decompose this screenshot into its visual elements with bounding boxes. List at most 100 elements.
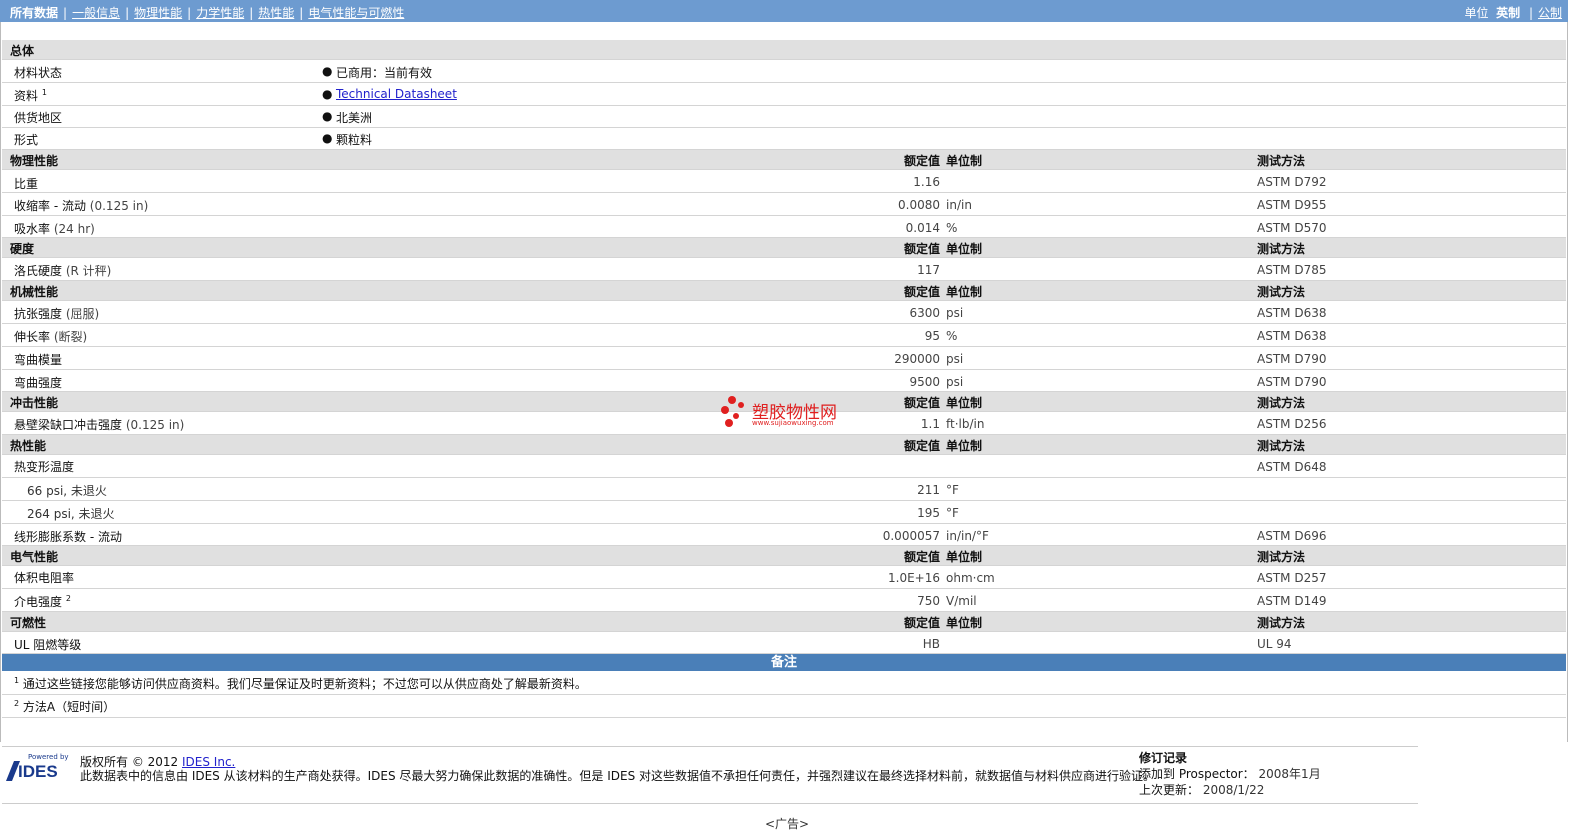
property-name-text: 洛氏硬度 [14,264,63,278]
tab-mechanical[interactable]: 力学性能 [196,4,244,21]
property-value: 9500 [909,375,940,389]
added-line: 添加到 Prospector： 2008年1月 [1139,766,1321,782]
test-method: ASTM D570 [1257,221,1327,235]
property-unit: psi [946,375,964,389]
section-title: 热性能 [10,439,47,453]
note-content: 通过这些链接您能够访问供应商资料。我们尽量保证及时更新资料；不过您可以从供应商处… [22,677,587,691]
property-name: 伸长率 (断裂) [14,328,87,345]
property-value: 290000 [894,352,940,366]
property-value: 117 [917,263,940,277]
property-name-text: 介电强度 [14,595,63,609]
updated-label: 上次更新： [1139,783,1200,797]
property-value: 211 [917,483,940,497]
property-unit: in/in [946,198,972,212]
col-nominal-header: 额定值 [903,550,940,564]
property-name-text: 伸长率 [14,330,51,344]
bullet: ● [322,131,333,145]
property-condition: (24 hr) [53,222,95,236]
property-condition: (0.125 in) [89,199,149,213]
tab-all-data[interactable]: 所有数据 [10,4,58,21]
technical-datasheet-link[interactable]: Technical Datasheet [336,87,457,101]
updated-value: 2008/1/22 [1202,783,1265,797]
test-method: ASTM D638 [1257,329,1327,343]
section-title: 可燃性 [10,616,47,630]
general-row: 材料状态 ● 已商用：当前有效 [2,60,1566,83]
logo-text: IDES [18,762,58,781]
added-label: 添加到 Prospector： [1139,767,1255,781]
row-value: 北美洲 [336,111,373,125]
divider: | [1528,6,1533,20]
general-row: 资料 1 ● Technical Datasheet [2,83,1566,106]
divider: | [249,6,254,20]
property-row: 66 psi, 未退火 211 °F [2,478,1566,501]
note-row: 1 通过这些链接您能够访问供应商资料。我们尽量保证及时更新资料；不过您可以从供应… [2,672,1566,695]
property-name: 抗张强度 (屈服) [14,305,99,322]
tab-physical[interactable]: 物理性能 [134,4,182,21]
row-label-text: 资料 [14,89,39,103]
property-value: 1.0E+16 [888,571,940,585]
property-condition: (0.125 in) [125,418,185,432]
watermark-url: www.sujiaowuxing.com [752,419,834,427]
bullet: ● [322,64,333,78]
general-row: 供货地区 ● 北美洲 [2,106,1566,128]
col-nominal-header: 额定值 [903,616,940,630]
col-nominal-header: 额定值 [903,154,940,168]
property-name: 线形膨胀系数 - 流动 [14,530,122,544]
revision-history: 修订记录 添加到 Prospector： 2008年1月 上次更新： 2008/… [1139,750,1321,798]
property-unit: °F [946,483,959,497]
property-unit: V/mil [946,594,977,608]
watermark-dots-icon [721,396,744,427]
notes-header: 备注 [2,654,1566,671]
property-row: 264 psi, 未退火 195 °F [2,501,1566,524]
col-unit-header: 单位制 [946,242,983,256]
tab-electrical-flammability[interactable]: 电气性能与可燃性 [308,4,404,21]
section-header-general: 总体 [2,40,1566,60]
property-condition: (断裂) [53,330,88,344]
property-unit: % [946,221,958,235]
note-row: 2 方法A（短时间） [2,695,1566,718]
unit-english: 英制 [1496,6,1521,20]
unit-metric-link[interactable]: 公制 [1538,6,1562,20]
property-unit: in/in/°F [946,529,989,543]
row-value: 已商用：当前有效 [336,66,433,80]
ides-logo[interactable]: Powered by IDES [6,753,70,785]
property-value: 750 [917,594,940,608]
footnote-marker: 1 [41,88,47,97]
section-title: 电气性能 [10,550,59,564]
property-row: 抗张强度 (屈服) 6300 psi ASTM D638 [2,301,1566,324]
test-method: ASTM D785 [1257,263,1327,277]
test-method: UL 94 [1257,637,1292,651]
tab-thermal[interactable]: 热性能 [258,4,294,21]
property-name-text: 吸水率 [14,222,51,236]
property-name: 热变形温度 [14,460,75,474]
tab-general-info[interactable]: 一般信息 [72,4,120,21]
property-name: 体积电阻率 [14,571,75,585]
note-text: 1 通过这些链接您能够访问供应商资料。我们尽量保证及时更新资料；不过您可以从供应… [14,675,587,692]
property-name-text: 收缩率 - 流动 [14,199,86,213]
property-unit: psi [946,352,964,366]
property-unit: psi [946,306,964,320]
section-title: 总体 [10,44,35,58]
disclaimer: 此数据表中的信息由 IDES 从该材料的生产商处获得。IDES 尽最大努力确保此… [80,769,1156,783]
property-row: 介电强度 2 750 V/mil ASTM D149 [2,589,1566,612]
col-nominal-header: 额定值 [903,396,940,410]
section-tabs: 所有数据 | 一般信息 | 物理性能 | 力学性能 | 热性能 | 电气性能与可燃性 [10,4,404,21]
test-method: ASTM D648 [1257,460,1327,474]
property-name: 介电强度 2 [14,593,71,610]
section-header-mechanical: 机械性能 额定值 单位制 测试方法 [2,281,1566,301]
col-test-header: 测试方法 [1257,616,1306,630]
test-method: ASTM D790 [1257,375,1327,389]
property-row: 收缩率 - 流动 (0.125 in) 0.0080 in/in ASTM D9… [2,193,1566,216]
section-title: 机械性能 [10,285,59,299]
section-header-thermal: 热性能 额定值 单位制 测试方法 [2,435,1566,455]
col-unit-header: 单位制 [946,550,983,564]
property-row: UL 阻燃等级 HB UL 94 [2,632,1566,654]
property-unit: % [946,329,958,343]
row-label: 供货地区 [14,111,63,125]
row-value: 颗粒料 [336,133,373,147]
property-value: 195 [917,506,940,520]
property-row: 热变形温度 ASTM D648 [2,455,1566,478]
section-title: 硬度 [10,242,35,256]
property-row: 弯曲强度 9500 psi ASTM D790 [2,370,1566,392]
property-name: 收缩率 - 流动 (0.125 in) [14,197,148,214]
